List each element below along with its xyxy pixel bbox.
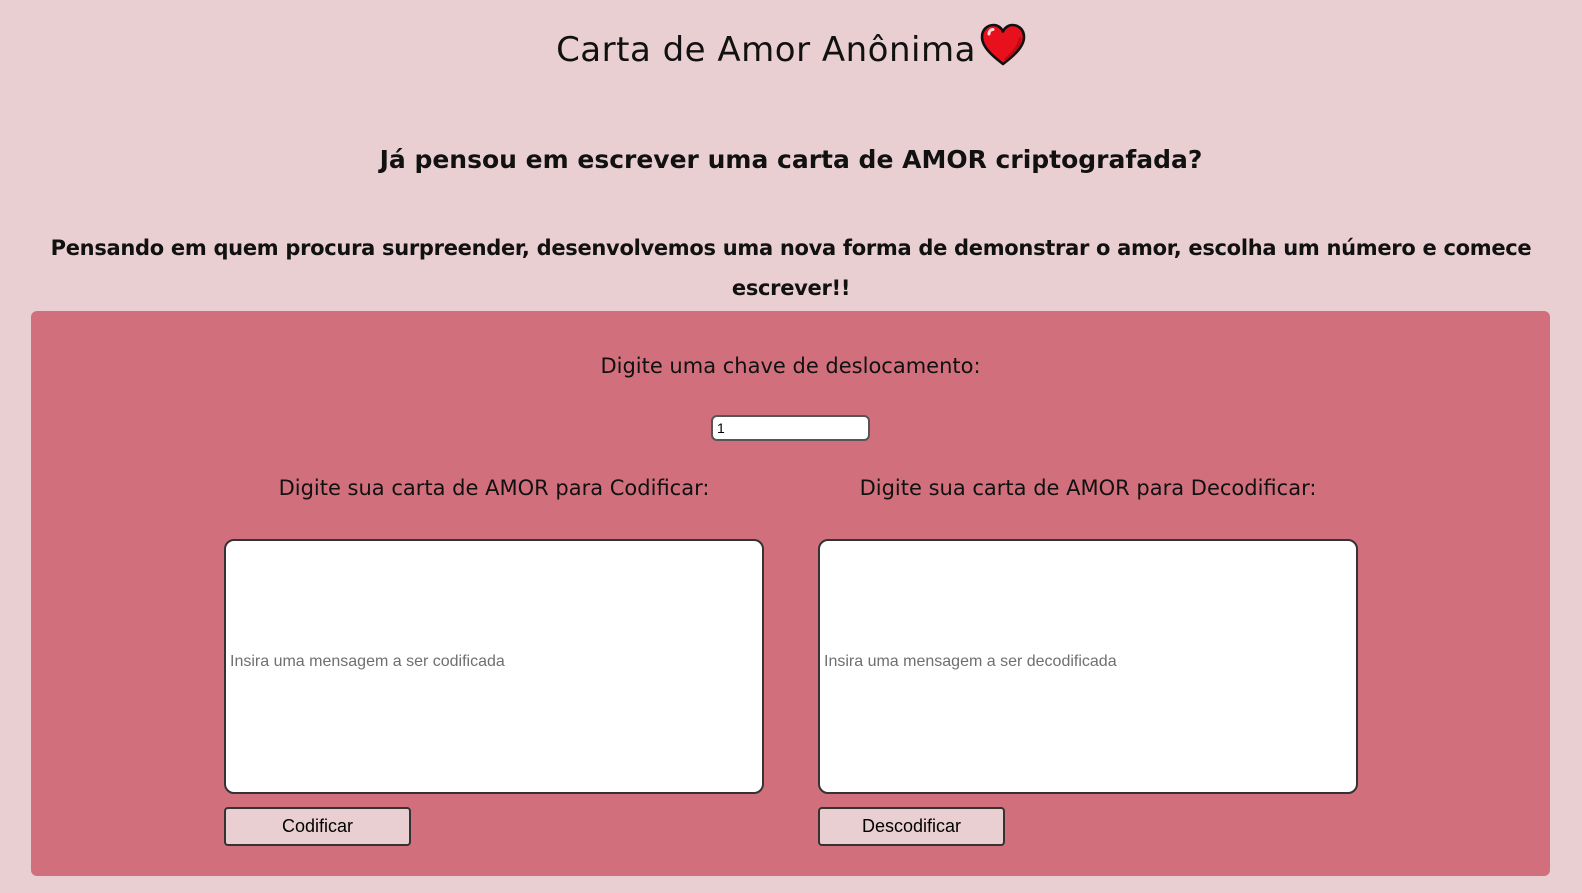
encode-section: Digite sua carta de AMOR para Codificar:…	[224, 471, 764, 846]
intro-text: Pensando em quem procura surpreender, de…	[50, 236, 1532, 300]
decode-button[interactable]: Descodificar	[818, 807, 1005, 846]
encode-label: Digite sua carta de AMOR para Codificar:	[278, 476, 710, 500]
shift-key-input[interactable]	[711, 415, 870, 441]
decode-label: Digite sua carta de AMOR para Decodifica…	[859, 476, 1317, 500]
subtitle: Já pensou em escrever uma carta de AMOR …	[379, 145, 1203, 174]
encode-textarea[interactable]	[224, 539, 764, 794]
page-title: Carta de Amor Anônima	[0, 22, 1582, 78]
decode-textarea[interactable]	[818, 539, 1358, 794]
cipher-panel: Digite uma chave de deslocamento: Digite…	[31, 311, 1550, 876]
encode-button[interactable]: Codificar	[224, 807, 411, 846]
decode-section: Digite sua carta de AMOR para Decodifica…	[818, 471, 1358, 846]
page-title-text: Carta de Amor Anônima	[556, 30, 976, 70]
heart-icon	[980, 23, 1026, 66]
shift-key-label: Digite uma chave de deslocamento:	[600, 354, 981, 378]
